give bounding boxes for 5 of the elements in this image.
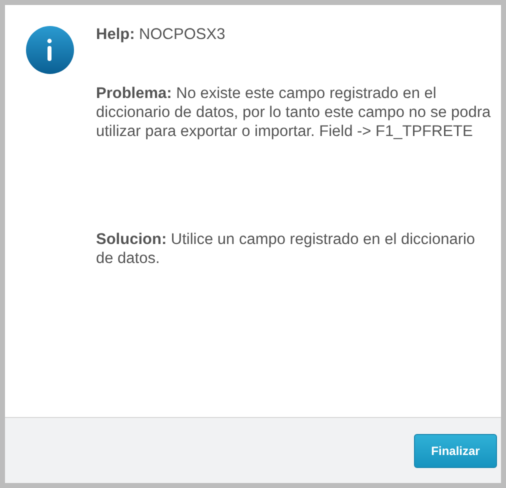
info-icon — [25, 25, 75, 75]
finish-button[interactable]: Finalizar — [414, 434, 497, 468]
problem-text: Problema: No existe este campo registrado en el diccionario de datos, por lo tanto este campo no se podra utilizar para exportar o importar. Field -> F1_TPFRETE — [96, 84, 491, 141]
solution-text: Solucion: Utilice un campo registrado en el diccionario de datos. — [96, 230, 476, 268]
help-title: Help: NOCPOSX3 — [96, 25, 226, 44]
